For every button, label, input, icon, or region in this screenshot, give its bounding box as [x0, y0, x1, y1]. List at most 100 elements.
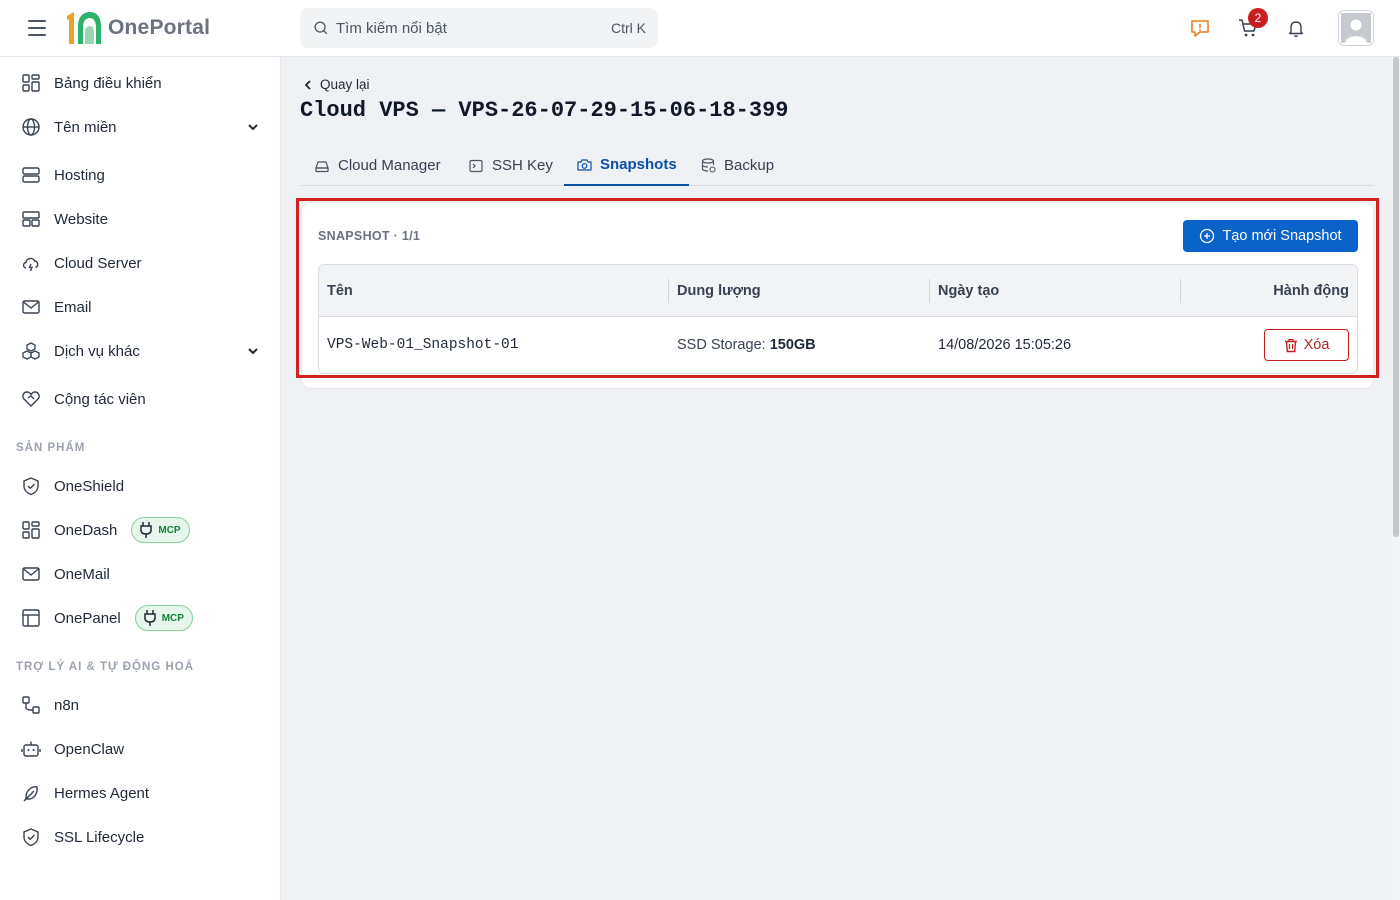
- sidebar-item-hermes-agent[interactable]: Hermes Agent: [16, 775, 266, 811]
- sidebar-item-label: n8n: [54, 696, 80, 714]
- sidebar-item-label: OnePanel: [54, 609, 121, 627]
- page-title: Cloud VPS — VPS-26-07-29-15-06-18-399: [300, 98, 789, 123]
- feedback-icon[interactable]: [1186, 14, 1214, 42]
- oneportal-logo-mark: [67, 12, 101, 44]
- page-scrollbar-thumb[interactable]: [1393, 57, 1399, 537]
- column-header-created: Ngày tạo: [938, 283, 1000, 299]
- back-link-label: Quay lại: [320, 77, 370, 92]
- sidebar-item-label: Website: [54, 210, 108, 228]
- notification-bell-icon[interactable]: [1282, 14, 1310, 42]
- snapshot-count-title: SNAPSHOT · 1/1: [318, 229, 421, 243]
- products-section-title: SẢN PHẨM: [16, 442, 86, 454]
- feather-icon: [20, 782, 42, 804]
- sidebar-item-n8n[interactable]: n8n: [16, 687, 266, 723]
- tab-backup[interactable]: Backup: [688, 145, 786, 186]
- sidebar-item-label: OpenClaw: [54, 740, 125, 758]
- tab-cloud-manager[interactable]: Cloud Manager: [302, 145, 453, 186]
- global-search[interactable]: Ctrl K: [300, 8, 658, 48]
- sidebar-item-label: Cloud Server: [54, 254, 142, 272]
- plus-circle-icon: [1200, 228, 1215, 244]
- menu-toggle-icon[interactable]: [26, 18, 48, 38]
- sidebar-item-other-services[interactable]: Dịch vụ khác: [16, 333, 266, 369]
- search-shortcut: Ctrl K: [611, 20, 646, 36]
- sidebar-item-oneshield[interactable]: OneShield: [16, 468, 266, 504]
- tab-label: Backup: [724, 157, 775, 174]
- snapshot-name: VPS-Web-01_Snapshot-01: [327, 337, 519, 353]
- sidebar-item-label: Dịch vụ khác: [54, 342, 140, 360]
- sidebar-item-email[interactable]: Email: [16, 289, 266, 325]
- camera-icon: [576, 157, 592, 173]
- ai-section-title: TRỢ LÝ AI & TỰ ĐỘNG HOÁ: [16, 661, 195, 673]
- logo[interactable]: OnePortal: [64, 10, 210, 46]
- logo-text: OnePortal: [108, 16, 211, 39]
- chevron-down-icon[interactable]: [246, 120, 260, 134]
- sidebar-item-label: Hermes Agent: [54, 784, 150, 802]
- sidebar-item-label: Hosting: [54, 166, 105, 184]
- table-row: VPS-Web-01_Snapshot-01 SSD Storage: 150G…: [319, 317, 1357, 373]
- sidebar-item-website[interactable]: Website: [16, 201, 266, 237]
- sidebar-item-affiliate[interactable]: Cộng tác viên: [16, 381, 266, 417]
- website-layout-icon: [20, 208, 42, 230]
- sidebar-item-label: SSL Lifecycle: [54, 828, 145, 846]
- sidebar-item-label: OneMail: [54, 565, 110, 583]
- search-icon: [314, 21, 328, 35]
- dashboard-grid-icon: [20, 72, 42, 94]
- sidebar-item-label: Tên miền: [54, 118, 117, 136]
- server-drive-icon: [314, 158, 330, 174]
- trash-icon: [1284, 338, 1297, 352]
- sidebar-item-onemail[interactable]: OneMail: [16, 556, 266, 592]
- user-avatar[interactable]: [1338, 10, 1374, 46]
- robot-icon: [20, 738, 42, 760]
- database-backup-icon: [700, 158, 716, 174]
- snapshot-card: SNAPSHOT · 1/1 Tạo mới Snapshot Tên Dung…: [301, 202, 1374, 389]
- create-snapshot-button[interactable]: Tạo mới Snapshot: [1183, 220, 1358, 252]
- tab-label: Cloud Manager: [338, 157, 441, 174]
- sidebar: Bảng điều khiển Tên miền Hosting Website…: [0, 57, 281, 900]
- delete-snapshot-button[interactable]: Xóa: [1264, 329, 1349, 361]
- snapshot-table: Tên Dung lượng Ngày tạo Hành động VPS-We…: [318, 264, 1358, 374]
- envelope-icon: [20, 296, 42, 318]
- tab-ssh-key[interactable]: SSH Key: [456, 145, 565, 186]
- chevron-down-icon[interactable]: [246, 344, 260, 358]
- server-stack-icon: [20, 164, 42, 186]
- shield-check-icon: [20, 475, 42, 497]
- sidebar-item-domains[interactable]: Tên miền: [16, 109, 266, 145]
- panel-layout-icon: [20, 607, 42, 629]
- plug-icon: [143, 610, 156, 626]
- dashboard-grid-icon: [20, 519, 42, 541]
- cloud-lightning-icon: [20, 252, 42, 274]
- column-divider: [929, 279, 930, 303]
- envelope-icon: [20, 563, 42, 585]
- mcp-badge-label: MCP: [161, 612, 184, 624]
- sidebar-item-hosting[interactable]: Hosting: [16, 157, 266, 193]
- sidebar-item-onedash[interactable]: OneDash MCP: [16, 512, 266, 548]
- tab-snapshots[interactable]: Snapshots: [564, 145, 689, 186]
- workflow-nodes-icon: [20, 694, 42, 716]
- storage-value: 150GB: [769, 337, 816, 353]
- snapshot-created-date: 14/08/2026 15:05:26: [938, 337, 1072, 353]
- sidebar-item-cloud-server[interactable]: Cloud Server: [16, 245, 266, 281]
- sidebar-item-openclaw[interactable]: OpenClaw: [16, 731, 266, 767]
- create-snapshot-label: Tạo mới Snapshot: [1222, 228, 1342, 244]
- plug-icon: [140, 522, 153, 538]
- heart-handshake-icon: [20, 388, 42, 410]
- sidebar-item-onepanel[interactable]: OnePanel MCP: [16, 600, 266, 636]
- tab-label: Snapshots: [600, 156, 677, 173]
- table-header: Tên Dung lượng Ngày tạo Hành động: [319, 265, 1357, 317]
- storage-label: SSD Storage:: [677, 337, 766, 353]
- tab-label: SSH Key: [492, 157, 553, 174]
- sidebar-item-label: OneDash: [54, 521, 118, 539]
- cart-count-badge: 2: [1248, 8, 1268, 28]
- mcp-badge: MCP: [131, 517, 190, 543]
- tab-bar: Cloud Manager SSH Key Snapshots Backup: [300, 145, 1374, 186]
- column-header-actions: Hành động: [1273, 283, 1349, 299]
- terminal-icon: [468, 158, 484, 174]
- sidebar-item-label: OneShield: [54, 477, 125, 495]
- sidebar-item-ssl-lifecycle[interactable]: SSL Lifecycle: [16, 819, 266, 855]
- mcp-badge-label: MCP: [158, 524, 181, 536]
- sidebar-item-dashboard[interactable]: Bảng điều khiển: [16, 65, 266, 101]
- column-divider: [668, 279, 669, 303]
- cubes-icon: [20, 340, 42, 362]
- search-input[interactable]: [336, 19, 611, 37]
- back-link[interactable]: Quay lại: [302, 77, 370, 92]
